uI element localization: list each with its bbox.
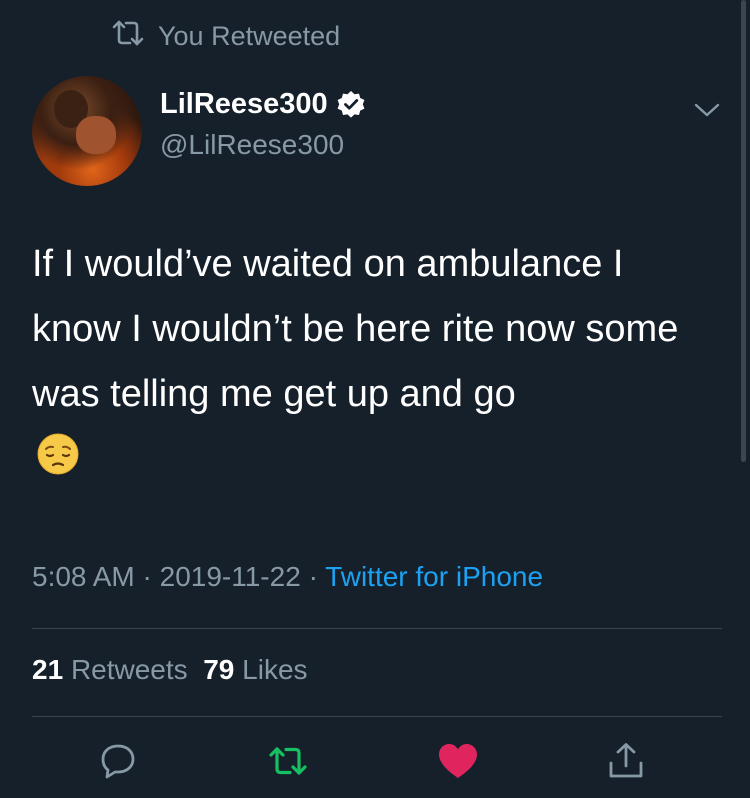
meta-separator: · xyxy=(308,561,318,592)
avatar[interactable] xyxy=(32,76,142,186)
verified-badge-icon xyxy=(336,90,366,120)
author-display-name[interactable]: LilReese300 xyxy=(160,88,328,121)
meta-separator: · xyxy=(142,561,152,592)
divider xyxy=(32,628,722,629)
retweet-icon xyxy=(269,747,307,775)
tweet-stats: 21 Retweets 79 Likes xyxy=(32,654,308,686)
share-icon xyxy=(609,743,643,778)
likes-count: 79 xyxy=(203,654,235,685)
reply-button[interactable] xyxy=(96,739,140,783)
retweet-banner-text: You Retweeted xyxy=(158,21,341,51)
share-button[interactable] xyxy=(604,739,648,783)
divider xyxy=(32,716,722,717)
tweet-meta: 5:08 AM · 2019-11-22 · Twitter for iPhon… xyxy=(32,561,543,593)
heart-icon xyxy=(439,744,477,778)
scrollbar[interactable] xyxy=(741,0,746,462)
reply-icon xyxy=(101,744,135,779)
like-button[interactable] xyxy=(436,739,480,783)
chevron-down-icon[interactable] xyxy=(694,102,720,118)
retweets-count: 21 xyxy=(32,654,64,685)
tweet-date: 2019-11-22 xyxy=(159,561,301,592)
tweet-time: 5:08 AM xyxy=(32,561,135,592)
author-name-row[interactable]: LilReese300 xyxy=(160,88,366,121)
retweet-banner-icon xyxy=(110,18,146,55)
avatar-fist xyxy=(76,116,116,154)
pensive-face-emoji xyxy=(37,433,79,475)
likes-label: Likes xyxy=(242,654,308,685)
tweet-source-link[interactable]: Twitter for iPhone xyxy=(325,561,543,592)
author-handle[interactable]: @LilReese300 xyxy=(160,129,344,161)
retweet-button[interactable] xyxy=(266,739,310,783)
retweets-stat[interactable]: 21 Retweets xyxy=(32,654,188,685)
retweets-label: Retweets xyxy=(70,654,188,685)
likes-stat[interactable]: 79 Likes xyxy=(203,654,307,685)
retweet-banner: You Retweeted xyxy=(110,18,340,55)
tweet-text: If I would’ve waited on ambulance I know… xyxy=(32,243,679,415)
